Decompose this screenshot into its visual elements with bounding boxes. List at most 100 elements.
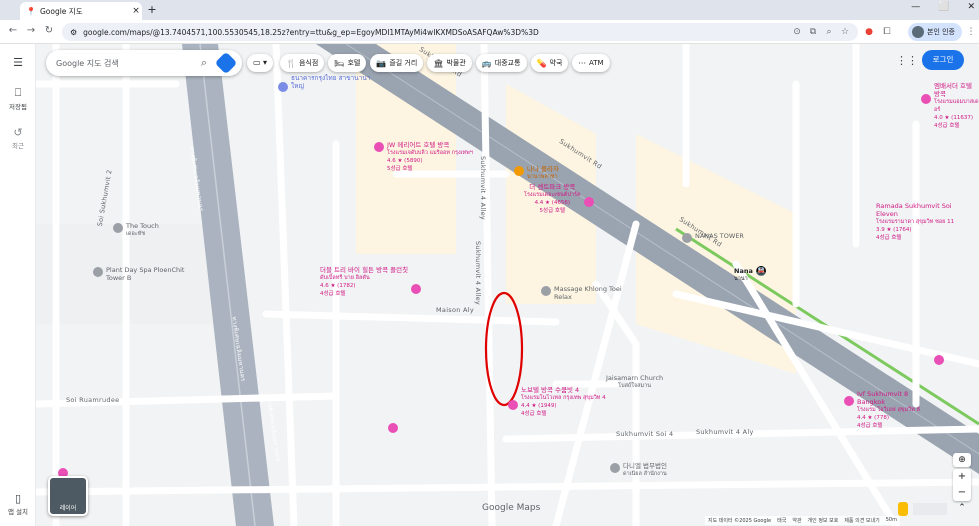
hotel-pin-icon [508, 400, 518, 410]
forward-icon[interactable]: → [24, 25, 38, 36]
poi-jw-marriott[interactable]: JW 메리어트 호텔 방콕 โรงแรมเจดับบลิว แมริออท กรุ… [374, 141, 473, 173]
hotel-pin-icon [844, 396, 854, 406]
recent-button[interactable]: ↺ 최근 [0, 126, 36, 150]
zoom-out-button[interactable]: − [953, 485, 971, 501]
spa-pin-icon [541, 286, 551, 296]
profile-label: 본인 인증 [927, 28, 955, 36]
menu-button[interactable]: ☰ [0, 56, 36, 70]
close-window-button[interactable]: ✕ [967, 2, 975, 12]
google-maps-logo: Google Maps [482, 503, 541, 513]
pegman-icon[interactable] [898, 502, 908, 516]
bank-pin-icon [278, 82, 288, 92]
map-canvas[interactable]: Sukhumvit Rd Sukhumvit Rd Sukhumvit Rd S… [36, 44, 979, 526]
bus-icon: 🚌 [481, 58, 492, 68]
address-toolbar: ← → ↻ ⚙ google.com/maps/@13.7404571,100.… [0, 20, 979, 44]
saved-label: 저장됨 [9, 103, 27, 111]
poi-doubletree[interactable]: 더블 트리 바이 힐튼 방콕 플런칫 ดับเบิ้ลทรี บาย ฮิลตัน… [320, 266, 422, 298]
minimize-button[interactable]: — [911, 2, 920, 12]
chip-pharmacies[interactable]: 💊 약국 [530, 54, 569, 72]
expand-icon[interactable]: ⌃ [955, 503, 969, 513]
poi-the-touch[interactable]: The Touch เดอะทัช [113, 222, 159, 238]
my-location-button[interactable]: ⊕ [953, 453, 971, 467]
poi-ivf-sukhumvit-8[interactable]: Ivf Sukhumvit 8 Bangkok โรงแรม ไอวีเอฟ สุ… [844, 390, 927, 430]
poi-plant-day-spa[interactable]: Plant Day Spa PloenChit Tower B [93, 266, 186, 282]
directions-icon[interactable] [214, 51, 238, 75]
hotel-pin-icon [411, 284, 422, 294]
nightlife-pin-icon [514, 166, 524, 176]
poi-the-sentpark[interactable]: 더 센트파크 방콕 โรงแรมเดอะเซนต์ปาร์ค 4.4 ★ (4656… [524, 183, 594, 215]
install-app-button[interactable]: ▯ 앱 설치 [0, 492, 36, 516]
login-button[interactable]: 로그인 [922, 50, 964, 70]
chip-transit[interactable]: 🚌 대중교통 [475, 54, 527, 72]
more-icon: ··· [578, 58, 587, 68]
poi-novotel-sukhumvit-4[interactable]: 노보텔 방콕 수쿰빗 4 โรงแรมโนโวเทล กรุงเทพ สุขุมว… [508, 386, 606, 418]
zoom-in-button[interactable]: + [953, 469, 971, 485]
url-text: google.com/maps/@13.7404571,100.5530545,… [83, 27, 539, 37]
install-app-icon[interactable]: ⧉ [806, 25, 820, 39]
tab-close-icon[interactable]: × [130, 6, 142, 16]
chip-museums[interactable]: 🏛 박물관 [427, 54, 472, 72]
reload-icon[interactable]: ↻ [42, 25, 56, 36]
maps-favicon-icon: 📍 [26, 6, 36, 16]
maximize-button[interactable]: ⬜ [938, 2, 949, 12]
poi-ambassador[interactable]: 엠배서더 호텔 방콕 โรงแรมแอมบาสเดอร์ 4.0 ★ (11637)… [921, 82, 979, 130]
new-tab-button[interactable]: + [145, 3, 159, 16]
window-controls: — ⬜ ✕ [911, 2, 975, 12]
extensions-puzzle-icon[interactable]: ⧠ [880, 25, 894, 39]
country-link[interactable]: 태국 [777, 517, 786, 524]
avatar [912, 26, 924, 38]
poi-nanas-tower[interactable]: NANAS TOWER [682, 232, 744, 243]
browser-tab-bar: 📍 Google 지도 × + — ⬜ ✕ [0, 0, 979, 20]
profile-button[interactable]: 본인 인증 [908, 23, 962, 41]
hotel-pin-icon [583, 197, 594, 207]
extension-icon[interactable]: ● [862, 25, 876, 39]
address-bar[interactable]: ⚙ google.com/maps/@13.7404571,100.553054… [62, 23, 858, 41]
poi-nana-station[interactable]: Nana นานา 🚇 [734, 267, 767, 283]
imagery-thumbnails[interactable] [913, 503, 947, 515]
scale-bar[interactable]: 50m [886, 517, 897, 524]
poi-daniel-law[interactable]: 다니엘 법무법인 ดาเนียล สำนักงาน [610, 462, 667, 478]
tab-title: Google 지도 [39, 6, 83, 16]
train-station-icon: 🚇 [755, 267, 768, 277]
saved-button[interactable]: ⎕ 저장됨 [0, 86, 36, 111]
browser-tab[interactable]: 📍 Google 지도 × [20, 2, 142, 20]
chip-restaurants[interactable]: 🍴 음식점 [280, 54, 325, 72]
poi-krungthai-bank[interactable]: ธนาคารกรุงไทย สาขานานาใหญ่ [278, 74, 371, 92]
search-box: ⌕ [46, 50, 242, 76]
location-icon[interactable]: ⊙ [790, 25, 804, 39]
hotel-pin-icon [921, 94, 931, 104]
left-rail: ☰ ⎕ 저장됨 ↺ 최근 ▯ 앱 설치 [0, 44, 36, 526]
chip-hotels[interactable]: 🛏 호텔 [328, 54, 367, 72]
recent-label: 최근 [12, 142, 24, 150]
hotel-pin-icon [374, 142, 384, 152]
poi-ramada[interactable]: Ramada Sukhumvit Soi Eleven โรงแรมรามาดา … [876, 202, 956, 242]
terms-link[interactable]: 약관 [792, 517, 801, 524]
google-apps-icon[interactable]: ⋮⋮⋮ [896, 54, 929, 68]
camera-icon: 📷 [376, 58, 387, 68]
privacy-link[interactable]: 개인 정보 보호 [808, 517, 839, 524]
search-icon[interactable]: ⌕ [194, 56, 214, 70]
poi-nana-plaza[interactable]: 나나 플라자 นานาพลาซ่า [514, 165, 559, 181]
poi-massage-khlong-toei[interactable]: Massage Khlong Toei Relax [541, 285, 634, 301]
place-pin-icon [113, 223, 123, 233]
back-icon[interactable]: ← [6, 25, 20, 36]
chip-things-to-do[interactable]: 📷 즐길 거리 [370, 54, 424, 72]
zoom-icon[interactable]: ⌕ [822, 25, 836, 39]
hotel-icon: 🛏 [334, 58, 345, 68]
feedback-link[interactable]: 제품 의견 보내기 [844, 517, 879, 524]
layers-label: 레이어 [59, 505, 77, 512]
layers-button[interactable]: 레이어 [48, 476, 88, 516]
kebab-menu-icon[interactable]: ⋮ [964, 25, 978, 39]
pharmacy-icon: 💊 [536, 58, 547, 68]
hotel-pin-icon[interactable] [934, 355, 944, 365]
site-info-icon[interactable]: ⚙ [70, 28, 77, 37]
chip-atm[interactable]: ··· ATM [572, 54, 610, 72]
search-input[interactable] [56, 58, 194, 68]
chip-scroll-left-button[interactable]: ▭ ▾ [247, 54, 273, 72]
map-roads [36, 44, 979, 526]
bookmark-star-icon[interactable]: ☆ [838, 25, 852, 39]
hotel-pin-icon[interactable] [388, 423, 398, 433]
restaurant-icon: 🍴 [286, 58, 296, 68]
poi-jaisamarn-church[interactable]: Jaisamarn Church โบสถ์ใจสมาน [606, 374, 663, 390]
map-data-credit: 지도 데이터 ©2025 Google [708, 518, 772, 524]
